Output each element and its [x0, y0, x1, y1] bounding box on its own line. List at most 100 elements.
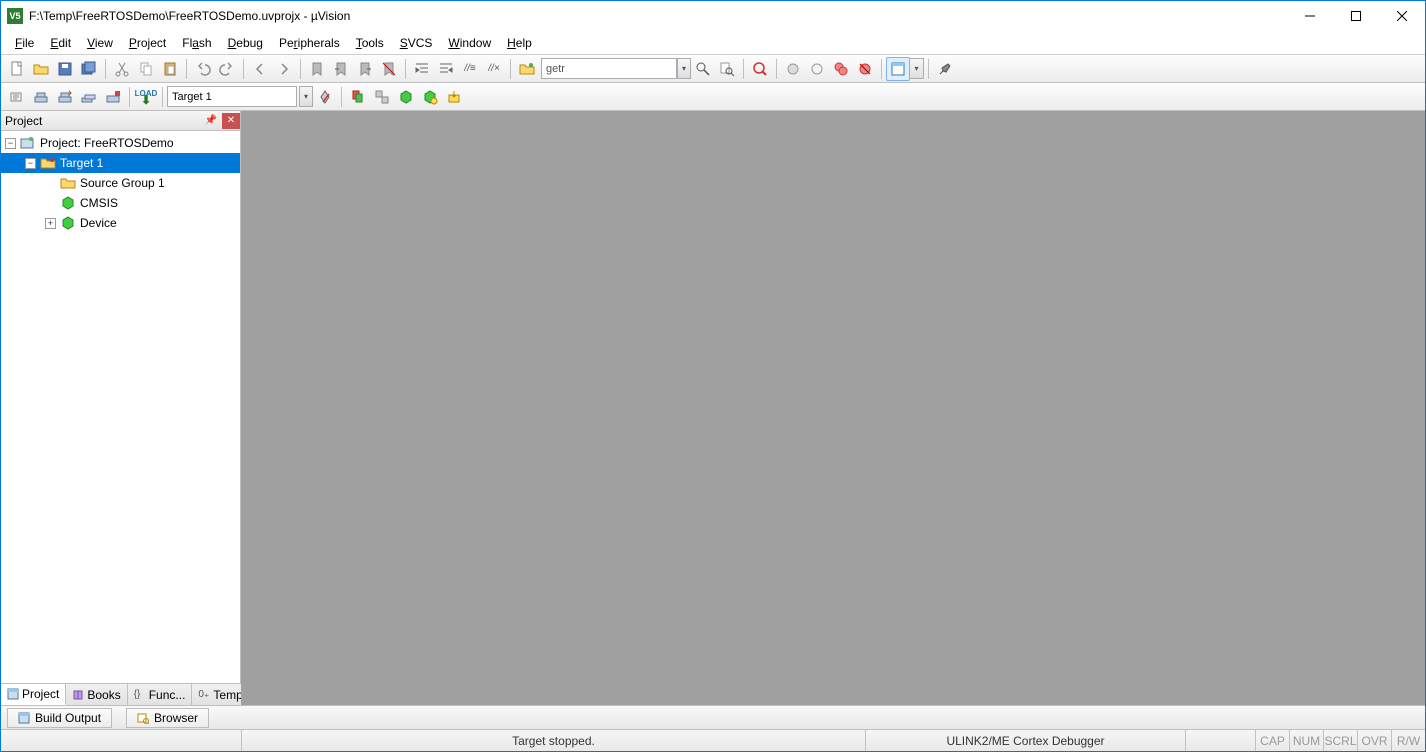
build-button[interactable]: [29, 85, 53, 109]
titlebar: V5 F:\Temp\FreeRTOSDemo\FreeRTOSDemo.uvp…: [1, 1, 1425, 31]
status-scrl: SCRL: [1323, 730, 1357, 751]
browser-tab[interactable]: Browser: [126, 708, 209, 728]
tree-root[interactable]: − Project: FreeRTOSDemo: [1, 133, 240, 153]
bookmark-clear-button[interactable]: [377, 57, 401, 81]
menu-svcs[interactable]: SVCS: [392, 33, 441, 53]
configure-button[interactable]: [933, 57, 957, 81]
target-select-dropdown[interactable]: ▾: [299, 86, 313, 107]
menu-project[interactable]: Project: [121, 33, 174, 53]
nav-back-button[interactable]: [248, 57, 272, 81]
project-panel-header: Project 📌 ✕: [1, 111, 240, 131]
menu-edit[interactable]: Edit: [42, 33, 79, 53]
toolbar-build: LOAD⬇ Target 1 ▾: [1, 83, 1425, 111]
project-panel-title: Project: [5, 114, 42, 128]
menubar: File Edit View Project Flash Debug Perip…: [1, 31, 1425, 55]
window-layout-dropdown[interactable]: ▾: [910, 58, 924, 79]
pin-icon[interactable]: 📌: [202, 113, 220, 129]
batch-build-button[interactable]: [77, 85, 101, 109]
nav-forward-button[interactable]: [272, 57, 296, 81]
status-ovr: OVR: [1357, 730, 1391, 751]
component-icon: [60, 216, 76, 230]
tree-cmsis[interactable]: CMSIS: [1, 193, 240, 213]
manage-rte-button[interactable]: [394, 85, 418, 109]
unindent-button[interactable]: [434, 57, 458, 81]
status-debugger: ULINK2/ME Cortex Debugger: [865, 730, 1185, 751]
open-file-button[interactable]: [29, 57, 53, 81]
breakpoint-kill-all-button[interactable]: [853, 57, 877, 81]
maximize-button[interactable]: [1333, 1, 1379, 31]
tab-books-label: Books: [87, 688, 120, 702]
status-target: Target stopped.: [241, 730, 865, 751]
tab-functions-label: Func...: [149, 688, 186, 702]
tree-source-group-label: Source Group 1: [80, 176, 165, 190]
toolbar-file: //≡ //× getr ▾ ▾: [1, 55, 1425, 83]
status-cap: CAP: [1255, 730, 1289, 751]
manage-env-button[interactable]: [370, 85, 394, 109]
tab-functions[interactable]: {}Func...: [128, 684, 193, 705]
translate-button[interactable]: [5, 85, 29, 109]
tab-project[interactable]: Project: [1, 684, 66, 705]
stop-build-button[interactable]: [101, 85, 125, 109]
panel-tabs: Project Books {}Func... 0₊Temp...: [1, 683, 240, 705]
breakpoint-disable-all-button[interactable]: [829, 57, 853, 81]
build-output-label: Build Output: [35, 711, 101, 725]
cut-button[interactable]: [110, 57, 134, 81]
tree-source-group[interactable]: Source Group 1: [1, 173, 240, 193]
new-file-button[interactable]: [5, 57, 29, 81]
save-button[interactable]: [53, 57, 77, 81]
app-icon: V5: [7, 8, 23, 24]
comment-button[interactable]: //≡: [458, 57, 482, 81]
panel-close-button[interactable]: ✕: [222, 113, 240, 129]
pack-installer-button[interactable]: [442, 85, 466, 109]
minimize-button[interactable]: [1287, 1, 1333, 31]
project-tree[interactable]: − Project: FreeRTOSDemo − Target 1 Sourc…: [1, 131, 240, 683]
project-icon: [20, 136, 36, 150]
browser-label: Browser: [154, 711, 198, 725]
find-next-button[interactable]: [691, 57, 715, 81]
redo-button[interactable]: [215, 57, 239, 81]
menu-tools[interactable]: Tools: [348, 33, 392, 53]
paste-button[interactable]: [158, 57, 182, 81]
build-output-tab[interactable]: Build Output: [7, 708, 112, 728]
window-title: F:\Temp\FreeRTOSDemo\FreeRTOSDemo.uvproj…: [29, 9, 1287, 23]
tree-target[interactable]: − Target 1: [1, 153, 240, 173]
find-in-files-button[interactable]: [715, 57, 739, 81]
menu-flash[interactable]: Flash: [174, 33, 219, 53]
find-input[interactable]: getr: [541, 58, 677, 79]
tab-books[interactable]: Books: [66, 684, 127, 705]
bookmark-toggle-button[interactable]: [305, 57, 329, 81]
menu-view[interactable]: View: [79, 33, 121, 53]
statusbar: Target stopped. ULINK2/ME Cortex Debugge…: [1, 729, 1425, 751]
project-open-button[interactable]: [515, 57, 539, 81]
select-packs-button[interactable]: [418, 85, 442, 109]
bottom-dock: Build Output Browser: [1, 705, 1425, 729]
window-layout-button[interactable]: [886, 57, 910, 81]
menu-window[interactable]: Window: [440, 33, 499, 53]
file-ext-button[interactable]: [346, 85, 370, 109]
indent-button[interactable]: [410, 57, 434, 81]
target-options-button[interactable]: [313, 85, 337, 109]
uncomment-button[interactable]: //×: [482, 57, 506, 81]
menu-file[interactable]: File: [7, 33, 42, 53]
breakpoint-insert-button[interactable]: [781, 57, 805, 81]
target-select[interactable]: Target 1: [167, 86, 297, 107]
tree-device[interactable]: + Device: [1, 213, 240, 233]
tree-root-label: Project: FreeRTOSDemo: [40, 136, 174, 150]
bookmark-next-button[interactable]: [353, 57, 377, 81]
download-button[interactable]: LOAD⬇: [134, 85, 158, 109]
bookmark-prev-button[interactable]: [329, 57, 353, 81]
find-dropdown[interactable]: ▾: [677, 58, 691, 79]
menu-debug[interactable]: Debug: [220, 33, 271, 53]
copy-button[interactable]: [134, 57, 158, 81]
status-rw: R/W: [1391, 730, 1425, 751]
close-button[interactable]: [1379, 1, 1425, 31]
menu-help[interactable]: Help: [499, 33, 540, 53]
debug-start-button[interactable]: [748, 57, 772, 81]
breakpoint-enable-button[interactable]: [805, 57, 829, 81]
tree-cmsis-label: CMSIS: [80, 196, 118, 210]
save-all-button[interactable]: [77, 57, 101, 81]
menu-peripherals[interactable]: Peripherals: [271, 33, 348, 53]
target-icon: [40, 156, 56, 170]
rebuild-button[interactable]: [53, 85, 77, 109]
undo-button[interactable]: [191, 57, 215, 81]
